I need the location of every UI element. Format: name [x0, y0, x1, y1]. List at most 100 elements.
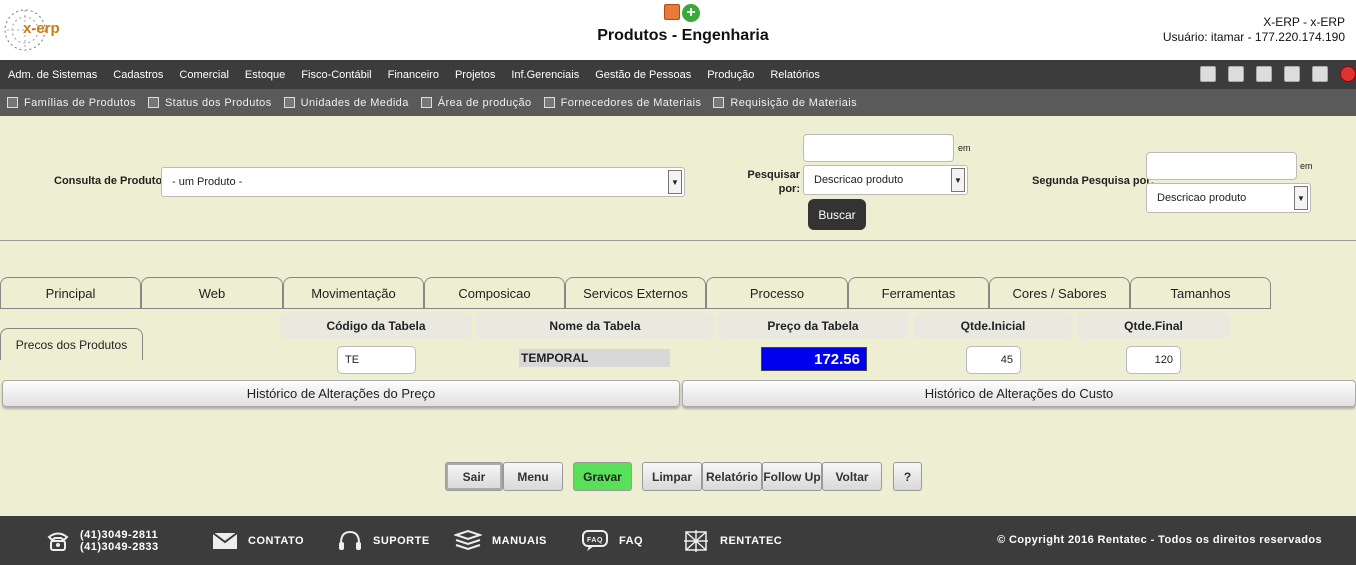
menu-item-relatorios[interactable]: Relatórios — [770, 69, 820, 81]
tab-precos-produtos[interactable]: Precos dos Produtos — [0, 328, 143, 360]
submenu-label: Famílias de Produtos — [24, 96, 136, 109]
tab-movimentacao[interactable]: Movimentação — [283, 277, 424, 309]
edit-icon — [283, 97, 295, 108]
menu-item-producao[interactable]: Produção — [707, 69, 754, 81]
header-nome: Nome da Tabela — [476, 313, 714, 339]
divider — [0, 240, 1356, 241]
top-icons: + — [664, 4, 700, 22]
nome-field: TEMPORAL — [519, 349, 670, 367]
print-icon[interactable] — [1228, 66, 1244, 82]
copyright: © Copyright 2016 Rentatec - Todos os dir… — [997, 534, 1322, 546]
submenu-label: Requisição de Materiais — [730, 96, 858, 109]
menu-button[interactable]: Menu — [503, 462, 563, 491]
user-line: Usuário: itamar - 177.220.174.190 — [1162, 30, 1345, 44]
edit-icon — [147, 97, 159, 108]
tab-ferramentas[interactable]: Ferramentas — [848, 277, 989, 309]
consulta-label: Consulta de Produtos — [54, 175, 169, 187]
menu-item-adm[interactable]: Adm. de Sistemas — [8, 69, 97, 81]
qtde-final-input[interactable]: 120 — [1126, 346, 1181, 374]
submenu-familias[interactable]: Famílias de Produtos — [7, 97, 136, 109]
segunda-em: em — [1300, 161, 1313, 171]
user-info: X-ERP - x-ERP Usuário: itamar - 177.220.… — [1163, 15, 1345, 45]
page-title: Produtos - Engenharia — [597, 27, 769, 44]
rentatec-logo-icon — [684, 529, 708, 552]
footer-rentatec[interactable]: RENTATEC — [682, 516, 782, 565]
envelope-icon — [212, 531, 238, 549]
buscar-button[interactable]: Buscar — [808, 199, 866, 230]
page-icon[interactable] — [1256, 66, 1272, 82]
chevron-down-icon: ▼ — [668, 170, 682, 194]
tab-principal[interactable]: Principal — [0, 277, 141, 309]
home-icon[interactable] — [1200, 66, 1216, 82]
historico-preco-button[interactable]: Histórico de Alterações do Preço — [2, 380, 680, 407]
limpar-button[interactable]: Limpar — [642, 462, 702, 491]
submenu-requisicao[interactable]: Requisição de Materiais — [713, 97, 857, 109]
footer: (41)3049-2811 (41)3049-2833 CONTATO SUPO… — [0, 516, 1356, 565]
voltar-button[interactable]: Voltar — [822, 462, 882, 491]
main-menu: Adm. de Sistemas Cadastros Comercial Est… — [0, 60, 1356, 89]
qtde-inicial-input[interactable]: 45 — [966, 346, 1021, 374]
list-icon[interactable] — [1284, 66, 1300, 82]
pesquisar-select[interactable]: Descricao produto ▼ — [803, 165, 968, 195]
phone-2: (41)3049-2833 — [80, 540, 159, 553]
footer-contato[interactable]: CONTATO — [212, 516, 304, 565]
submenu-label: Status dos Produtos — [164, 96, 272, 109]
gravar-button[interactable]: Gravar — [573, 462, 632, 491]
faq-bubble-icon: FAQ — [582, 529, 608, 551]
globe-icon[interactable] — [1312, 66, 1328, 82]
follow-up-button[interactable]: Follow Up — [762, 462, 822, 491]
phone-1: (41)3049-2811 — [80, 528, 159, 541]
tab-processo[interactable]: Processo — [706, 277, 848, 309]
footer-manuais[interactable]: MANUAIS — [454, 516, 547, 565]
menu-item-inf-gerenciais[interactable]: Inf.Gerenciais — [511, 69, 579, 81]
submenu-unidades[interactable]: Unidades de Medida — [283, 97, 409, 109]
tab-underline — [0, 308, 1271, 309]
faq-label: FAQ — [619, 534, 644, 547]
sair-button[interactable]: Sair — [445, 462, 503, 491]
footer-faq[interactable]: FAQ FAQ — [581, 516, 643, 565]
tab-composicao[interactable]: Composicao — [424, 277, 565, 309]
header-qtde-inicial: Qtde.Inicial — [913, 313, 1073, 339]
submenu-label: Área de produção — [437, 96, 532, 109]
header-codigo: Código da Tabela — [280, 313, 472, 339]
menu-item-projetos[interactable]: Projetos — [455, 69, 495, 81]
menu-item-fisco[interactable]: Fisco-Contábil — [301, 69, 371, 81]
menu-item-estoque[interactable]: Estoque — [245, 69, 285, 81]
pesquisar-value: Descricao produto — [814, 174, 904, 186]
footer-suporte[interactable]: SUPORTE — [337, 516, 430, 565]
document-icon[interactable] — [664, 4, 680, 20]
tab-servicos-externos[interactable]: Servicos Externos — [565, 277, 706, 309]
menu-item-financeiro[interactable]: Financeiro — [388, 69, 439, 81]
submenu-label: Fornecedores de Materiais — [560, 96, 702, 109]
historico-custo-button[interactable]: Histórico de Alterações do Custo — [682, 380, 1356, 407]
segunda-select[interactable]: Descricao produto ▼ — [1146, 183, 1311, 213]
menu-item-cadastros[interactable]: Cadastros — [113, 69, 163, 81]
preco-field[interactable]: 172.56 — [761, 347, 867, 371]
system-name: X-ERP - x-ERP — [1263, 15, 1345, 29]
rentatec-label: RENTATEC — [720, 534, 783, 547]
menu-item-gestao-pessoas[interactable]: Gestão de Pessoas — [595, 69, 691, 81]
submenu-fornecedores[interactable]: Fornecedores de Materiais — [543, 96, 702, 109]
tab-web[interactable]: Web — [141, 277, 283, 309]
submenu-area-producao[interactable]: Área de produção — [420, 96, 532, 109]
manuais-label: MANUAIS — [492, 534, 547, 547]
exit-icon[interactable] — [1340, 66, 1356, 82]
suporte-label: SUPORTE — [373, 534, 430, 547]
segunda-input[interactable] — [1146, 152, 1297, 180]
footer-phone: (41)3049-2811 (41)3049-2833 — [46, 516, 159, 565]
codigo-input[interactable]: TE — [337, 346, 416, 374]
menu-item-comercial[interactable]: Comercial — [179, 69, 229, 81]
chevron-down-icon: ▼ — [1294, 186, 1308, 210]
help-button[interactable]: ? — [893, 462, 922, 491]
sub-menu: Famílias de Produtos Status dos Produtos… — [0, 89, 1356, 116]
pesquisar-em: em — [958, 143, 971, 153]
pesquisar-input[interactable] — [803, 134, 954, 162]
relatorio-button[interactable]: Relatório — [702, 462, 762, 491]
phone-icon — [47, 532, 69, 551]
tab-cores-sabores[interactable]: Cores / Sabores — [989, 277, 1130, 309]
tab-tamanhos[interactable]: Tamanhos — [1130, 277, 1271, 309]
add-icon[interactable]: + — [682, 4, 700, 22]
submenu-status[interactable]: Status dos Produtos — [147, 96, 272, 109]
consulta-select[interactable]: - um Produto - ▼ — [161, 167, 685, 197]
segunda-label: Segunda Pesquisa por: — [1032, 175, 1155, 187]
